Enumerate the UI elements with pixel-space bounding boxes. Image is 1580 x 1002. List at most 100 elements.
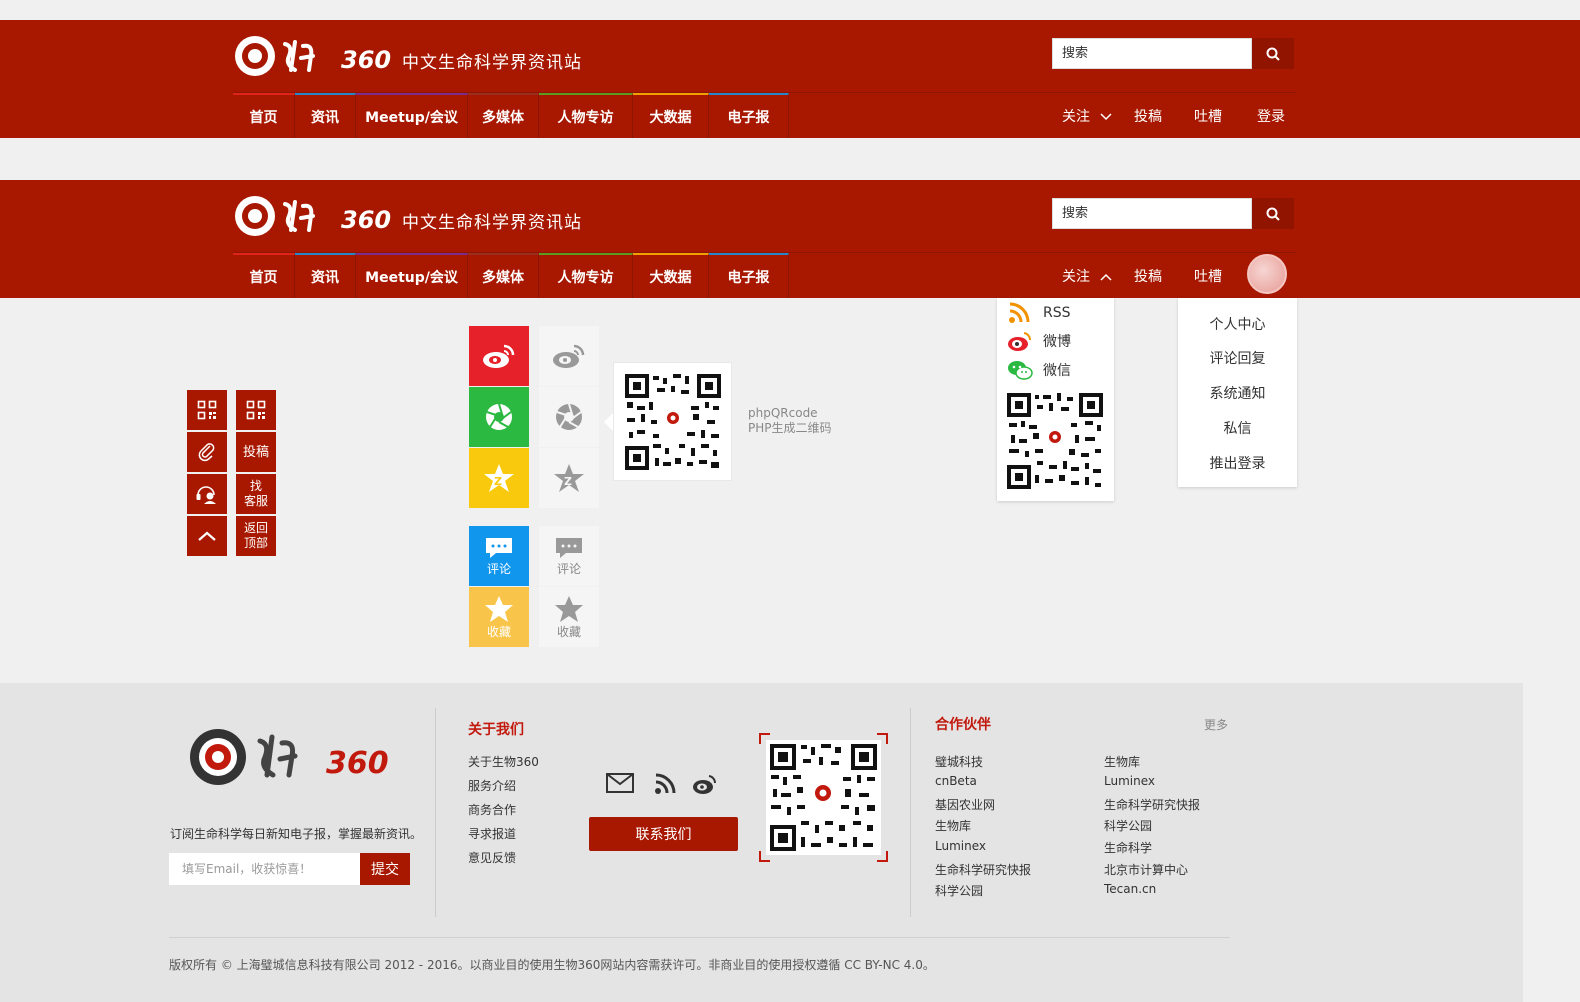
footer-email-link[interactable]: [606, 773, 634, 797]
header-logged-in: 360 中文生命科学界资讯站 搜索 首页 资讯 Meetup/会议 多媒体 人物…: [0, 180, 1580, 298]
partner-link[interactable]: 生物库: [935, 817, 971, 834]
nav-item-meetup[interactable]: Meetup/会议: [356, 253, 468, 298]
about-link[interactable]: 意见反馈: [468, 849, 516, 866]
nav-item-newsletter[interactable]: 电子报: [709, 93, 789, 138]
follow-wechat[interactable]: 微信: [1007, 359, 1071, 381]
mail-icon: [606, 773, 634, 793]
qr-caption-line-1: phpQRcode: [748, 406, 818, 420]
partner-link[interactable]: Luminex: [935, 839, 986, 853]
camera-aperture-icon: [556, 403, 582, 430]
about-link[interactable]: 服务介绍: [468, 777, 516, 794]
search-icon: [1266, 207, 1280, 221]
share-qzone-active[interactable]: Z: [469, 448, 529, 508]
nav-item-multimedia[interactable]: 多媒体: [468, 253, 539, 298]
back-to-top-button-hover[interactable]: 返回 顶部: [236, 516, 276, 556]
contact-us-button[interactable]: 联系我们: [589, 817, 738, 851]
site-tagline: 中文生命科学界资讯站: [402, 213, 582, 233]
search-button[interactable]: [1252, 198, 1294, 229]
nav-item-home[interactable]: 首页: [233, 93, 295, 138]
svg-text:360: 360: [326, 746, 389, 781]
submit-link[interactable]: 投稿: [1134, 106, 1162, 126]
comment-button[interactable]: 评论: [539, 526, 599, 586]
nav-item-newsletter[interactable]: 电子报: [709, 253, 789, 298]
partner-link[interactable]: 北京市计算中心: [1104, 861, 1188, 878]
follow-weibo[interactable]: 微博: [1007, 330, 1071, 352]
email-field[interactable]: 填写Email，收获惊喜！: [169, 853, 360, 885]
weibo-icon: [1008, 332, 1032, 351]
complain-link[interactable]: 吐槽: [1194, 106, 1222, 126]
logo-icon: 360: [190, 729, 389, 785]
submit-link[interactable]: 投稿: [1134, 266, 1162, 286]
partner-link[interactable]: 科学公园: [935, 882, 983, 899]
nav-item-multimedia[interactable]: 多媒体: [468, 93, 539, 138]
footer-weibo-link[interactable]: [692, 773, 718, 799]
qrcode-button[interactable]: [187, 390, 227, 430]
partners-more-link[interactable]: 更多: [1204, 716, 1228, 733]
search-button[interactable]: [1252, 38, 1294, 69]
nav-item-news[interactable]: 资讯: [295, 253, 356, 298]
menu-item-messages[interactable]: 私信: [1178, 418, 1297, 438]
logo-icon: 360: [235, 196, 391, 236]
menu-item-profile[interactable]: 个人中心: [1178, 314, 1297, 334]
share-qzone[interactable]: Z: [539, 448, 599, 508]
menu-item-replies[interactable]: 评论回复: [1178, 348, 1297, 368]
share-moments-active[interactable]: [469, 387, 529, 447]
partner-link[interactable]: 璧城科技: [935, 753, 983, 770]
follow-menu[interactable]: 关注: [1062, 266, 1112, 286]
share-weibo[interactable]: [539, 326, 599, 386]
qrcode-button-hover[interactable]: [236, 390, 276, 430]
star-icon: [485, 595, 513, 622]
nav-item-news[interactable]: 资讯: [295, 93, 356, 138]
favorite-button-active[interactable]: 收藏: [469, 587, 529, 647]
nav-item-interviews[interactable]: 人物专访: [539, 253, 633, 298]
star-icon: [555, 595, 583, 622]
nav-item-interviews[interactable]: 人物专访: [539, 93, 633, 138]
partner-link[interactable]: Luminex: [1104, 774, 1155, 788]
share-weibo-active[interactable]: [469, 326, 529, 386]
search-input[interactable]: 搜索: [1052, 38, 1252, 69]
top-label-2: 顶部: [243, 536, 268, 550]
partner-link[interactable]: 生命科学: [1104, 839, 1152, 856]
submit-article-button-hover[interactable]: 投稿: [236, 432, 276, 472]
nav-item-home[interactable]: 首页: [233, 253, 295, 298]
partner-link[interactable]: cnBeta: [935, 774, 977, 788]
partner-link[interactable]: 基因农业网: [935, 796, 995, 813]
submit-article-button[interactable]: [187, 432, 227, 472]
customer-service-button[interactable]: [187, 474, 227, 514]
site-logo[interactable]: 360: [233, 194, 393, 238]
menu-item-notifications[interactable]: 系统通知: [1178, 383, 1297, 403]
login-link[interactable]: 登录: [1257, 106, 1285, 126]
about-link[interactable]: 寻求报道: [468, 825, 516, 842]
qr-popover-arrow: [604, 413, 613, 431]
user-avatar[interactable]: [1247, 254, 1287, 294]
nav-item-meetup[interactable]: Meetup/会议: [356, 93, 468, 138]
menu-item-logout[interactable]: 推出登录: [1178, 453, 1297, 473]
copyright-text: 版权所有 © 上海璧城信息科技有限公司 2012 - 2016。以商业目的使用生…: [169, 958, 935, 972]
follow-menu[interactable]: 关注: [1062, 106, 1112, 126]
complain-link[interactable]: 吐槽: [1194, 266, 1222, 286]
partner-link[interactable]: 生物库: [1104, 753, 1140, 770]
qrcode-icon: [759, 733, 888, 862]
footer-logo[interactable]: 360: [188, 727, 393, 791]
partner-link[interactable]: Tecan.cn: [1104, 882, 1156, 896]
favorite-button[interactable]: 收藏: [539, 587, 599, 647]
subscribe-submit-button[interactable]: 提交: [360, 853, 410, 885]
favorite-label: 收藏: [486, 624, 511, 639]
nav-item-bigdata[interactable]: 大数据: [633, 93, 709, 138]
user-dropdown: 个人中心 评论回复 系统通知 私信 推出登录: [1178, 298, 1297, 487]
partner-link[interactable]: 科学公园: [1104, 817, 1152, 834]
follow-label: 关注: [1062, 109, 1090, 125]
about-link[interactable]: 商务合作: [468, 801, 516, 818]
nav-item-bigdata[interactable]: 大数据: [633, 253, 709, 298]
comment-button-active[interactable]: 评论: [469, 526, 529, 586]
customer-service-button-hover[interactable]: 找客服: [236, 474, 276, 514]
follow-rss[interactable]: RSS: [1007, 301, 1071, 325]
partner-link[interactable]: 生命科学研究快报: [935, 861, 1031, 878]
search-input[interactable]: 搜索: [1052, 198, 1252, 229]
site-logo[interactable]: 360: [233, 34, 393, 78]
about-link[interactable]: 关于生物360: [468, 753, 539, 770]
partner-link[interactable]: 生命科学研究快报: [1104, 796, 1200, 813]
back-to-top-button[interactable]: [187, 516, 227, 556]
footer-rss-link[interactable]: [654, 773, 676, 799]
share-moments[interactable]: [539, 387, 599, 447]
